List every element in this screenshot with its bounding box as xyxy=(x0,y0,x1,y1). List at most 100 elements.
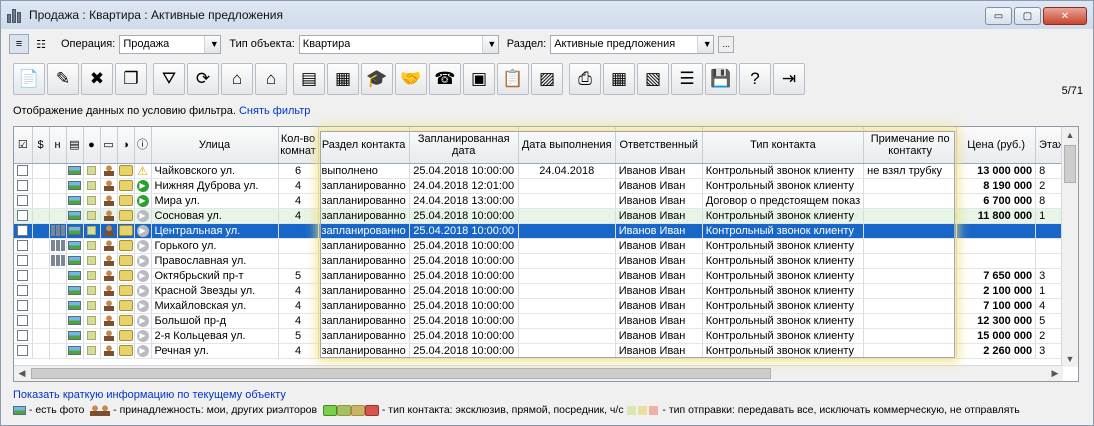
scroll-left-icon[interactable]: ◀ xyxy=(14,366,30,381)
picture-icon[interactable]: ▨ xyxy=(531,63,563,95)
table-row[interactable]: ▶ Речная ул. 4 запланированно 25.04.2018 10:… xyxy=(14,343,1070,359)
vertical-scroll-thumb[interactable] xyxy=(1064,145,1076,183)
graduation-icon[interactable]: 🎓 xyxy=(361,63,393,95)
col-doc[interactable]: ▤ xyxy=(66,127,84,164)
col-n[interactable]: н xyxy=(49,127,67,164)
col-responsible[interactable]: Ответственный xyxy=(615,127,703,164)
row-checkbox[interactable] xyxy=(14,208,33,224)
horizontal-scroll-thumb[interactable] xyxy=(31,368,771,379)
add-doc-icon[interactable]: 📄 xyxy=(13,63,45,95)
handshake-icon[interactable]: 🤝 xyxy=(395,63,427,95)
col-price[interactable]: Цена (руб.) xyxy=(956,127,1037,164)
chevron-down-icon[interactable]: ▼ xyxy=(481,35,498,53)
minimize-button[interactable]: ▭ xyxy=(985,7,1012,25)
table-row[interactable]: ▶ Большой пр-д 4 запланированно 25.04.2018 1… xyxy=(14,313,1070,329)
filter-icon[interactable]: ⛛ xyxy=(153,63,185,95)
col-rooms[interactable]: Кол-во комнат xyxy=(278,127,319,164)
row-checkbox[interactable] xyxy=(14,238,33,254)
checkbox[interactable] xyxy=(17,330,29,342)
document-list-icon[interactable]: ☰ xyxy=(671,63,703,95)
checkbox[interactable] xyxy=(17,225,29,237)
vertical-scrollbar[interactable]: ▲ ▼ xyxy=(1061,127,1078,367)
close-button[interactable]: ✕ xyxy=(1043,7,1087,25)
checkbox[interactable] xyxy=(17,345,29,357)
checkbox[interactable] xyxy=(17,255,29,267)
export-icon[interactable]: 💾 xyxy=(705,63,737,95)
chevron-down-icon[interactable]: ▼ xyxy=(204,35,221,53)
title-bar[interactable]: Продажа : Квартира : Активные предложени… xyxy=(1,1,1093,29)
chevron-down-icon[interactable]: ▼ xyxy=(697,35,714,53)
scroll-up-icon[interactable]: ▲ xyxy=(1062,127,1078,143)
col-done[interactable]: Дата выполнения xyxy=(518,127,616,164)
row-checkbox[interactable] xyxy=(14,268,33,284)
row-checkbox[interactable] xyxy=(14,163,33,179)
table-row[interactable]: ▶ Сосновая ул. 4 запланированно 25.04.2018 1… xyxy=(14,208,1070,224)
table-row[interactable]: ▶ Октябрьский пр-т 5 запланированно 25.04.20… xyxy=(14,268,1070,284)
col-section[interactable]: Раздел контакта xyxy=(318,127,410,164)
table-row[interactable]: ▶ Михайловская ул. 4 запланированно 25.04.20… xyxy=(14,298,1070,314)
section-select[interactable]: Активные предложения ▼ xyxy=(550,34,715,54)
printer-icon[interactable]: ⎙ xyxy=(569,63,601,95)
col-type[interactable]: Тип контакта xyxy=(702,127,865,164)
table-row[interactable]: ▶ Горького ул. запланированно 25.04.2018 10… xyxy=(14,238,1070,254)
house-search-icon[interactable]: ⌂ xyxy=(221,63,253,95)
short-info-link[interactable]: Показать краткую информацию по текущему … xyxy=(13,389,286,401)
checkbox[interactable] xyxy=(17,270,29,282)
help-icon[interactable]: ? xyxy=(739,63,771,95)
delete-icon[interactable]: ✖ xyxy=(81,63,113,95)
checkbox[interactable] xyxy=(17,300,29,312)
col-moon[interactable]: ◑ xyxy=(117,127,135,164)
col-note[interactable]: Примечание по контакту xyxy=(863,127,958,164)
grid-icon[interactable]: ▦ xyxy=(603,63,635,95)
checkbox[interactable] xyxy=(17,165,29,177)
checkbox[interactable] xyxy=(17,315,29,327)
col-dot[interactable]: ● xyxy=(83,127,101,164)
maximize-button[interactable]: ▢ xyxy=(1014,7,1041,25)
checkbox[interactable] xyxy=(17,240,29,252)
table-row[interactable]: ▶ Красной Звезды ул. 4 запланированно 25.04.… xyxy=(14,283,1070,299)
checkbox[interactable] xyxy=(17,180,29,192)
clipboard-icon[interactable]: 📋 xyxy=(497,63,529,95)
checkbox[interactable] xyxy=(17,195,29,207)
row-checkbox[interactable] xyxy=(14,253,33,269)
detail-view-icon[interactable]: ☷ xyxy=(31,34,51,54)
list-view-icon[interactable]: ≡ xyxy=(9,34,29,54)
object-type-select[interactable]: Квартира ▼ xyxy=(298,34,499,54)
house-icon[interactable]: ⌂ xyxy=(255,63,287,95)
col-checkbox[interactable]: ☑ xyxy=(14,127,33,164)
map-icon[interactable]: ▧ xyxy=(637,63,669,95)
row-checkbox[interactable] xyxy=(14,343,33,359)
table-row[interactable]: ▶ Нижняя Дуброва ул. 4 запланированно 24.04.… xyxy=(14,178,1070,194)
row-checkbox[interactable] xyxy=(14,313,33,329)
refresh-icon[interactable]: ⟳ xyxy=(187,63,219,95)
col-street[interactable]: Улица xyxy=(151,127,279,164)
row-checkbox[interactable] xyxy=(14,178,33,194)
table-row[interactable]: ▶ 2-я Кольцевая ул. 5 запланированно 25.04.2… xyxy=(14,328,1070,344)
table-row[interactable]: ⚠ Чайковского ул. 6 выполнено 25.04.2018 10:… xyxy=(14,163,1070,179)
exit-icon[interactable]: ⇥ xyxy=(773,63,805,95)
operation-select[interactable]: Продажа ▼ xyxy=(119,34,222,54)
row-checkbox[interactable] xyxy=(14,193,33,209)
more-button[interactable]: ... xyxy=(718,35,735,53)
row-checkbox[interactable] xyxy=(14,283,33,299)
copy-icon[interactable]: ❐ xyxy=(115,63,147,95)
table-row[interactable]: ▶ Православная ул. запланированно 25.04.201… xyxy=(14,253,1070,269)
col-dollar[interactable]: $ xyxy=(32,127,50,164)
folders-icon[interactable]: ▤ xyxy=(293,63,325,95)
row-checkbox[interactable] xyxy=(14,298,33,314)
col-planned[interactable]: Запланированная дата xyxy=(409,127,519,164)
scroll-right-icon[interactable]: ▶ xyxy=(1047,366,1063,381)
table-row[interactable]: ▶ Мира ул. 4 запланированно 24.04.2018 13:00… xyxy=(14,193,1070,209)
horizontal-scrollbar[interactable]: ◀ ▶ xyxy=(14,365,1063,381)
table-row[interactable]: ▶ Центральная ул. запланированно 25.04.2018… xyxy=(14,223,1070,239)
remove-filter-link[interactable]: Снять фильтр xyxy=(239,105,310,117)
edit-doc-icon[interactable]: ✎ xyxy=(47,63,79,95)
scroll-down-icon[interactable]: ▼ xyxy=(1062,351,1078,367)
col-folder[interactable]: ▭ xyxy=(100,127,118,164)
report-icon[interactable]: ▦ xyxy=(327,63,359,95)
checkbox[interactable] xyxy=(17,210,29,222)
col-info[interactable]: ⓘ xyxy=(134,127,152,164)
row-checkbox[interactable] xyxy=(14,328,33,344)
checkbox[interactable] xyxy=(17,285,29,297)
phone-add-icon[interactable]: ☎ xyxy=(429,63,461,95)
